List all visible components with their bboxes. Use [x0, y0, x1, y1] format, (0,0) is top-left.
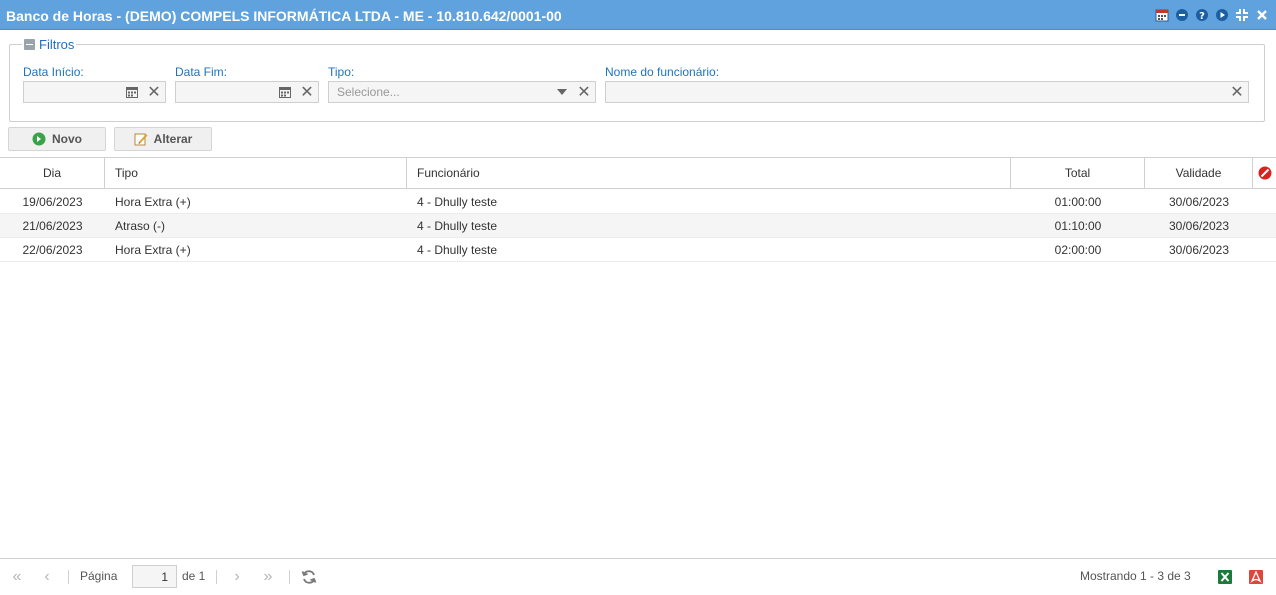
cell-total: 02:00:00: [1054, 243, 1102, 257]
cell-dia: 21/06/2023: [22, 219, 83, 233]
page-count: de 1: [182, 569, 206, 583]
cell-validade: 30/06/2023: [1168, 219, 1230, 233]
next-page-icon[interactable]: ›: [228, 568, 246, 586]
cell-dia: 22/06/2023: [22, 243, 83, 257]
cell-total: 01:00:00: [1054, 195, 1102, 209]
restore-icon[interactable]: [1234, 7, 1250, 23]
clear-icon[interactable]: ✕: [1226, 82, 1248, 102]
add-icon: [32, 132, 46, 146]
filters-legend[interactable]: Filtros: [22, 37, 77, 52]
help-icon[interactable]: ?: [1194, 7, 1210, 23]
excel-export-icon[interactable]: [1216, 569, 1234, 587]
filters-title: Filtros: [39, 37, 75, 52]
novo-label: Novo: [52, 132, 82, 146]
column-header-total[interactable]: Total: [1011, 158, 1145, 188]
cell-funcionario: 4 - Dhully teste: [417, 219, 498, 233]
funcionario-input[interactable]: [606, 82, 1226, 102]
clear-filters-button[interactable]: [1253, 158, 1276, 188]
play-icon[interactable]: [1214, 7, 1230, 23]
data-inicio-input[interactable]: [24, 82, 121, 102]
page-label: Página: [80, 569, 118, 583]
paging-toolbar: « ‹ Página de 1 › » Mostrando 1 - 3 de 3: [0, 558, 1276, 595]
cell-validade: 30/06/2023: [1168, 195, 1230, 209]
column-header-funcionario[interactable]: Funcionário: [407, 158, 1011, 188]
page-number-input[interactable]: [132, 565, 177, 588]
calendar-picker-icon[interactable]: [274, 82, 296, 102]
funcionario-label: Nome do funcionário:: [605, 65, 720, 79]
prev-page-icon[interactable]: ‹: [38, 568, 56, 586]
calendar-icon[interactable]: [1154, 7, 1170, 23]
tipo-label: Tipo:: [328, 65, 355, 79]
cell-funcionario: 4 - Dhully teste: [417, 243, 498, 257]
tipo-combo: ✕: [328, 81, 596, 103]
calendar-picker-icon[interactable]: [121, 82, 143, 102]
clear-icon[interactable]: ✕: [143, 82, 165, 102]
data-inicio-label: Data Início:: [23, 65, 84, 79]
clear-icon[interactable]: ✕: [573, 82, 595, 102]
cell-total: 01:10:00: [1054, 219, 1102, 233]
alterar-label: Alterar: [153, 132, 193, 146]
cell-funcionario: 4 - Dhully teste: [417, 195, 498, 209]
first-page-icon[interactable]: «: [8, 568, 26, 586]
edit-icon: [134, 132, 148, 146]
table-row[interactable]: 19/06/2023 Hora Extra (+) 4 - Dhully tes…: [0, 190, 1276, 214]
clear-icon[interactable]: ✕: [296, 82, 318, 102]
tipo-select[interactable]: [329, 82, 551, 102]
column-header-dia[interactable]: Dia: [0, 158, 105, 188]
cell-tipo: Hora Extra (+): [115, 195, 191, 209]
separator: [216, 570, 217, 584]
window-titlebar: Banco de Horas - (DEMO) COMPELS INFORMÁT…: [0, 0, 1276, 30]
close-icon[interactable]: [1254, 7, 1270, 23]
novo-button[interactable]: Novo: [8, 127, 106, 151]
chevron-down-icon[interactable]: [551, 82, 573, 102]
data-inicio-field: ✕: [23, 81, 166, 103]
pdf-export-icon[interactable]: [1247, 569, 1265, 587]
table-row[interactable]: 22/06/2023 Hora Extra (+) 4 - Dhully tes…: [0, 238, 1276, 262]
column-header-tipo[interactable]: Tipo: [105, 158, 407, 188]
minimize-icon[interactable]: [1174, 7, 1190, 23]
collapse-icon[interactable]: [24, 39, 35, 50]
display-info: Mostrando 1 - 3 de 3: [1080, 569, 1191, 583]
funcionario-field: ✕: [605, 81, 1249, 103]
last-page-icon[interactable]: »: [259, 568, 277, 586]
separator: [289, 570, 290, 584]
refresh-icon[interactable]: [300, 569, 318, 587]
cell-validade: 30/06/2023: [1168, 243, 1230, 257]
alterar-button[interactable]: Alterar: [114, 127, 212, 151]
column-header-validade[interactable]: Validade: [1145, 158, 1253, 188]
separator: [68, 570, 69, 584]
cell-tipo: Atraso (-): [115, 219, 166, 233]
table-row[interactable]: 21/06/2023 Atraso (-) 4 - Dhully teste 0…: [0, 214, 1276, 238]
data-fim-input[interactable]: [176, 82, 274, 102]
cell-tipo: Hora Extra (+): [115, 243, 191, 257]
window-title: Banco de Horas - (DEMO) COMPELS INFORMÁT…: [6, 8, 562, 24]
window-tools: ?: [1154, 7, 1270, 23]
clear-filter-icon: [1258, 166, 1271, 180]
grid-header: Dia Tipo Funcionário Total Validade: [0, 157, 1276, 189]
data-fim-field: ✕: [175, 81, 319, 103]
svg-text:?: ?: [1199, 11, 1205, 22]
cell-dia: 19/06/2023: [22, 195, 83, 209]
data-fim-label: Data Fim:: [175, 65, 228, 79]
